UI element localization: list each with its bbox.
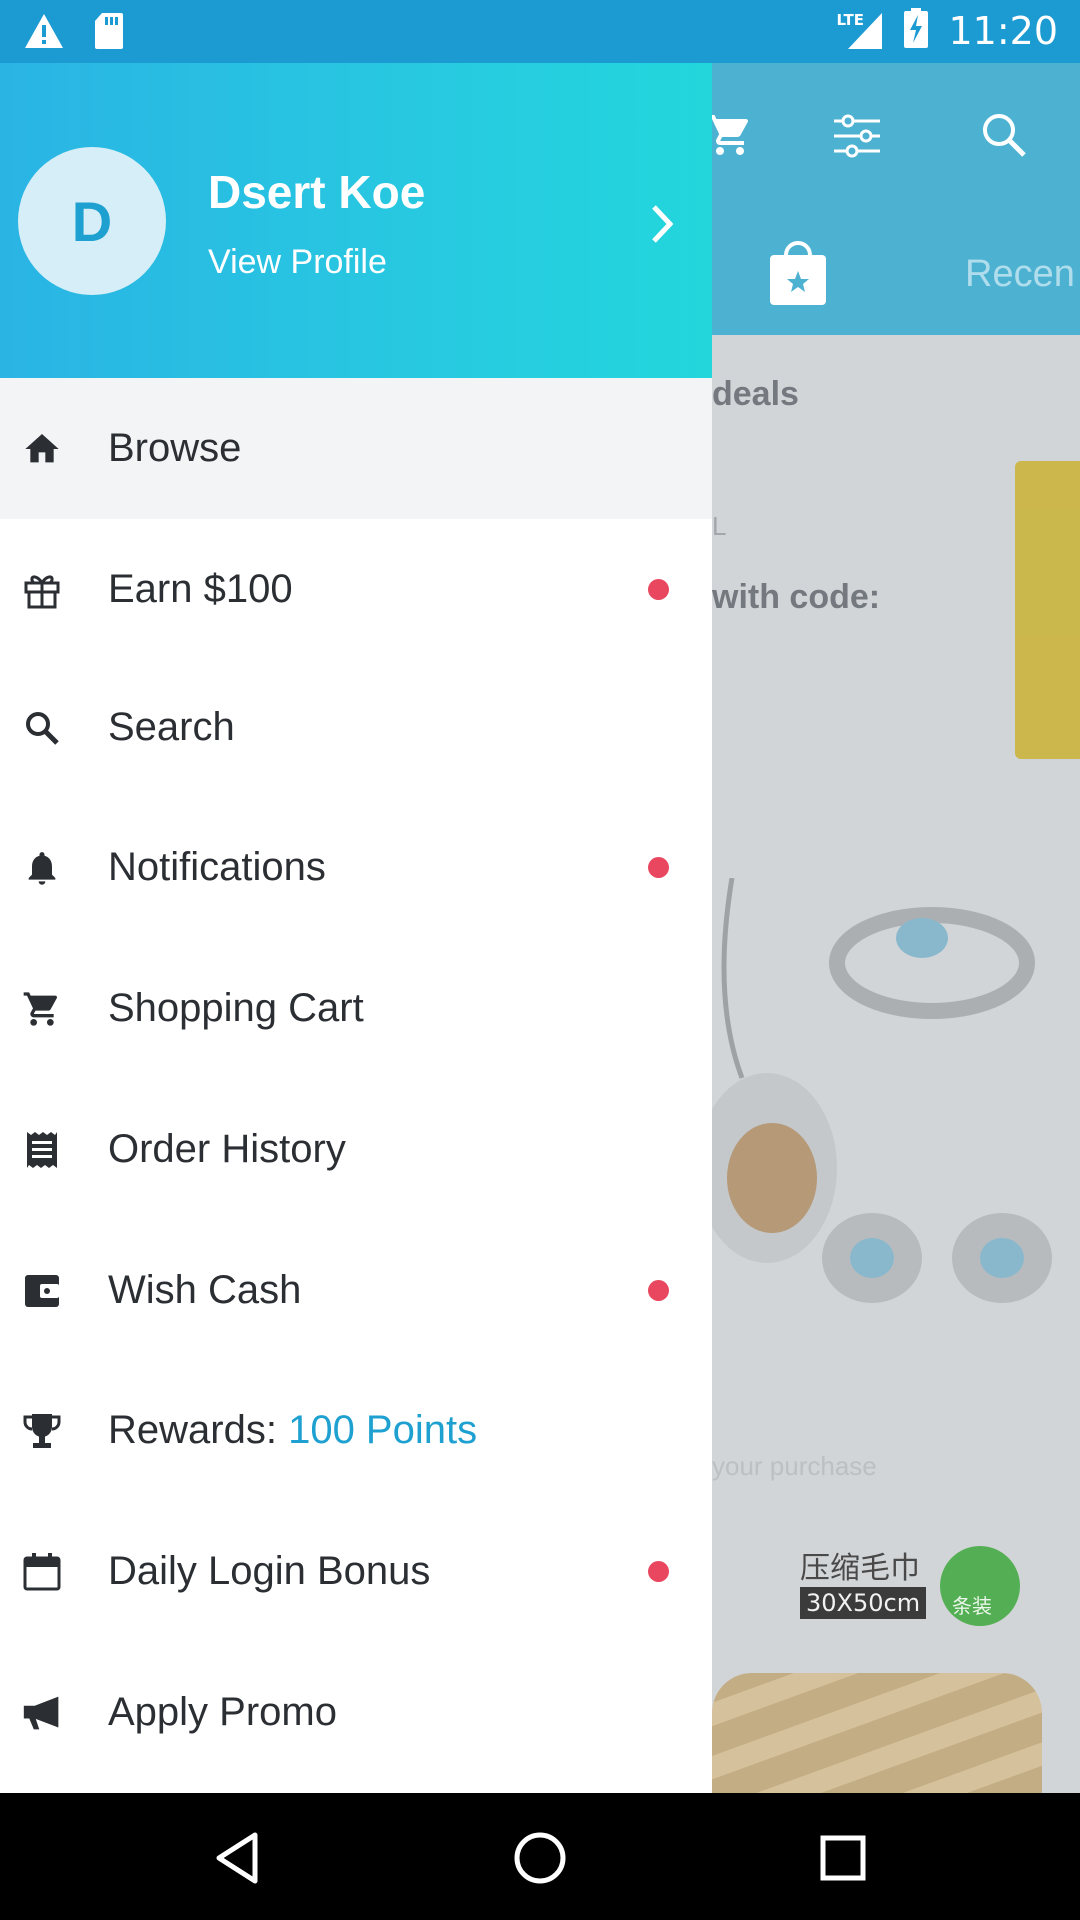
drawer-item-label: Notifications xyxy=(108,845,326,889)
drawer-item-label: Rewards: 100 Points xyxy=(108,1408,478,1452)
receipt-icon xyxy=(22,1130,62,1170)
drawer-item-shopping-cart[interactable]: Shopping Cart xyxy=(0,938,712,1079)
chevron-right-icon[interactable] xyxy=(648,199,678,249)
profile-name: Dsert Koe xyxy=(208,166,426,218)
drawer-item-browse[interactable]: Browse xyxy=(0,378,712,519)
status-time: 11:20 xyxy=(948,8,1058,53)
back-icon[interactable] xyxy=(202,1823,272,1893)
notification-badge-dot xyxy=(648,1280,669,1301)
drawer-item-label: Earn $100 xyxy=(108,567,293,611)
rewards-points: 100 Points xyxy=(288,1408,478,1452)
battery-charging-icon xyxy=(904,8,929,53)
system-nav-bar xyxy=(0,1793,1080,1920)
drawer-item-apply-promo[interactable]: Apply Promo xyxy=(0,1642,712,1783)
drawer-item-label: Browse xyxy=(108,426,242,470)
drawer-item-search[interactable]: Search xyxy=(0,657,712,798)
search-icon xyxy=(22,708,62,748)
drawer-item-label: Daily Login Bonus xyxy=(108,1549,431,1593)
drawer-item-notifications[interactable]: Notifications xyxy=(0,797,712,938)
megaphone-icon xyxy=(22,1693,62,1733)
home-icon xyxy=(22,429,62,469)
recents-icon[interactable] xyxy=(808,1823,878,1893)
drawer-profile-header[interactable]: D Dsert Koe View Profile xyxy=(0,63,712,378)
sd-card-icon xyxy=(94,12,124,55)
drawer-item-order-history[interactable]: Order History xyxy=(0,1079,712,1220)
warning-icon xyxy=(24,13,64,54)
home-button-icon[interactable] xyxy=(505,1823,575,1893)
lte-signal-icon: LTE xyxy=(836,11,884,51)
drawer-item-daily-login-bonus[interactable]: Daily Login Bonus xyxy=(0,1501,712,1642)
calendar-icon xyxy=(22,1552,62,1592)
view-profile-link[interactable]: View Profile xyxy=(208,243,387,282)
drawer-item-wish-cash[interactable]: Wish Cash xyxy=(0,1220,712,1361)
avatar[interactable]: D xyxy=(18,147,166,295)
status-bar: LTE 11:20 xyxy=(0,0,1080,63)
drawer-item-earn[interactable]: Earn $100 xyxy=(0,519,712,660)
navigation-drawer: D Dsert Koe View Profile Browse Earn $10… xyxy=(0,63,712,1793)
bell-icon xyxy=(22,848,62,888)
trophy-icon xyxy=(22,1411,62,1451)
drawer-item-label: Shopping Cart xyxy=(108,986,364,1030)
drawer-item-label: Wish Cash xyxy=(108,1268,302,1312)
wallet-icon xyxy=(22,1271,62,1311)
drawer-item-rewards[interactable]: Rewards: 100 Points xyxy=(0,1360,712,1501)
drawer-item-label: Search xyxy=(108,705,235,749)
drawer-item-label: Apply Promo xyxy=(108,1690,337,1734)
gift-icon xyxy=(22,570,62,610)
cart-icon xyxy=(22,989,62,1029)
notification-badge-dot xyxy=(648,1561,669,1582)
notification-badge-dot xyxy=(648,857,669,878)
notification-badge-dot xyxy=(648,579,669,600)
drawer-item-label: Order History xyxy=(108,1127,346,1171)
